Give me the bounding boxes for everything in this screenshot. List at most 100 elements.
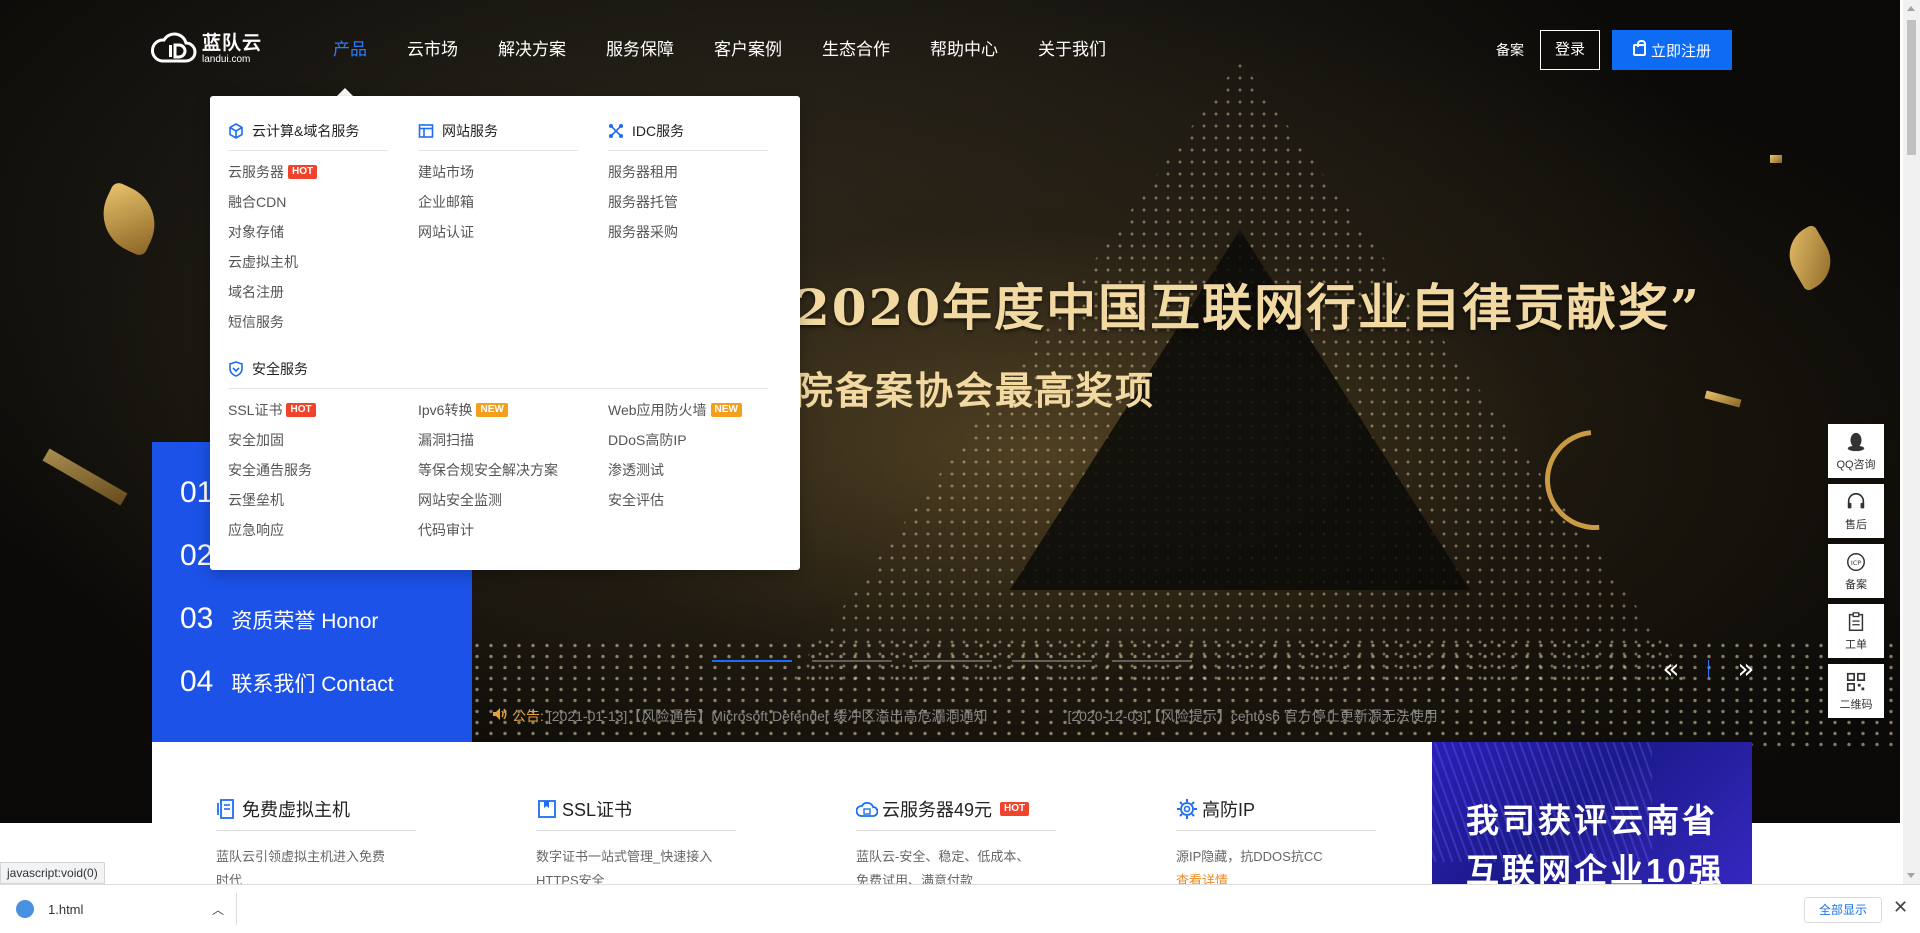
dd-item-bastion[interactable]: 云堡垒机 (228, 485, 316, 515)
scroll-down-icon[interactable] (1907, 873, 1915, 878)
float-label: 售后 (1845, 518, 1867, 531)
feature-ddos-ip[interactable]: 高防IP 源IP隐藏，抗DDOS抗CC 查看详情 (1176, 794, 1376, 893)
header-actions: 备案 登录 立即注册 (1496, 30, 1732, 70)
dd-item-server-rent[interactable]: 服务器租用 (608, 157, 768, 187)
hero-subtitle: 院备案协会最高奖项 (795, 368, 1156, 413)
feature-title: 免费虚拟主机 (242, 800, 350, 820)
feature-cloud-server[interactable]: 云服务器49元 HOT 蓝队云-安全、稳定、低成本、 免费试用、满意付款 (856, 794, 1056, 893)
svg-text:ICP: ICP (1851, 558, 1861, 566)
html-file-icon (16, 900, 34, 918)
icp-beian-button[interactable]: ICP 备案 (1828, 544, 1884, 598)
dd-item-vuln-scan[interactable]: 漏洞扫描 (418, 425, 558, 455)
notice-bar: 公告: [2021-01-13]【风险通告】Microsoft Defender… (492, 706, 1438, 726)
feature-desc: 蓝队云引领虚拟主机进入免费 (216, 849, 386, 864)
prev-arrow-icon[interactable]: « (1658, 652, 1684, 685)
floating-toolbar: QQ咨询 售后 ICP 备案 工单 二维码 (1828, 424, 1884, 724)
dd-item-cdn[interactable]: 融合CDN (228, 187, 388, 217)
dd-item-enterprise-mail[interactable]: 企业邮箱 (418, 187, 578, 217)
dd-item-site-market[interactable]: 建站市场 (418, 157, 578, 187)
notice-item[interactable]: [2020-12-03]【风险提示】centos6 官方停止更新源无法使用 (1067, 706, 1437, 726)
side-tab-number: 02 (180, 539, 214, 572)
nav-about[interactable]: 关于我们 (1038, 36, 1106, 64)
dd-item-virtual-host[interactable]: 云虚拟主机 (228, 247, 388, 277)
download-filename: 1.html (48, 901, 84, 917)
confetti-decoration (42, 448, 128, 506)
dd-item-object-storage[interactable]: 对象存储 (228, 217, 388, 247)
dd-item-emergency[interactable]: 应急响应 (228, 515, 316, 545)
dd-item-site-monitor[interactable]: 网站安全监测 (418, 485, 558, 515)
notice-item[interactable]: [2021-01-13]【风险通告】Microsoft Defender 缓冲区… (548, 706, 988, 726)
cloud-logo-icon (150, 32, 197, 63)
confetti-decoration (1704, 390, 1742, 408)
nav-cloud-market[interactable]: 云市场 (407, 36, 458, 64)
beian-link[interactable]: 备案 (1496, 40, 1524, 60)
dd-section-security: 安全服务 SSL证书 HOT 安全加固 安全通告服务 云堡垒机 应急响应 Ipv… (228, 358, 768, 555)
icp-badge-icon: ICP (1847, 552, 1865, 571)
scroll-up-icon[interactable] (1907, 6, 1915, 11)
download-item[interactable]: 1.html ︿ (16, 895, 224, 923)
close-icon[interactable]: ✕ (1893, 897, 1908, 918)
side-tab-honor[interactable]: 03 资质荣誉 Honor (180, 602, 378, 636)
site-header: 蓝队云 landui.com 产品 云市场 解决方案 服务保障 客户案例 生态合… (0, 0, 1900, 100)
dd-item-server-purchase[interactable]: 服务器采购 (608, 217, 768, 247)
slider-dot[interactable] (912, 660, 992, 662)
dd-item-domain[interactable]: 域名注册 (228, 277, 388, 307)
confetti-decoration (90, 180, 168, 258)
dd-item-ddos[interactable]: DDoS高防IP (608, 425, 742, 455)
dd-item-site-auth[interactable]: 网站认证 (418, 217, 578, 247)
dd-heading-cloud: 云计算&域名服务 (228, 120, 388, 151)
slider-dot[interactable] (812, 660, 892, 662)
nav-solutions[interactable]: 解决方案 (498, 36, 566, 64)
chevron-up-icon[interactable]: ︿ (212, 901, 224, 918)
ticket-button[interactable]: 工单 (1828, 604, 1884, 658)
cloud-server-icon (856, 801, 878, 817)
dd-item-label: Ipv6转换 (418, 402, 473, 418)
page-scrollbar[interactable] (1903, 0, 1920, 884)
dd-item-label: 云服务器 (228, 164, 284, 180)
dd-item-security-advisory[interactable]: 安全通告服务 (228, 455, 316, 485)
site-logo[interactable]: 蓝队云 landui.com (150, 28, 270, 70)
dd-item-cloud-server[interactable]: 云服务器 HOT (228, 157, 388, 187)
qrcode-button[interactable]: 二维码 (1828, 664, 1884, 718)
slider-dot[interactable] (712, 660, 792, 662)
float-label: QQ咨询 (1836, 458, 1876, 471)
dd-item-ssl[interactable]: SSL证书 HOT (228, 395, 316, 425)
feature-desc: 数字证书一站式管理_快速接入 (536, 849, 713, 864)
shield-icon (229, 361, 243, 377)
feature-ssl[interactable]: SSL证书 数字证书一站式管理_快速接入 HTTPS安全 (536, 794, 736, 893)
dd-item-server-hosting[interactable]: 服务器托管 (608, 187, 768, 217)
register-label: 立即注册 (1650, 42, 1711, 60)
slider-dot[interactable] (1012, 660, 1092, 662)
scroll-thumb[interactable] (1907, 20, 1916, 155)
download-bar: 1.html ︿ 全部显示 ✕ (0, 884, 1920, 933)
next-arrow-icon[interactable]: » (1733, 652, 1759, 685)
shopping-bag-icon (1632, 40, 1646, 56)
nav-cases[interactable]: 客户案例 (714, 36, 782, 64)
nav-help[interactable]: 帮助中心 (930, 36, 998, 64)
gear-icon (1177, 799, 1197, 819)
nav-service[interactable]: 服务保障 (606, 36, 674, 64)
dd-item-hardening[interactable]: 安全加固 (228, 425, 316, 455)
dd-item-waf[interactable]: Web应用防火墙 NEW (608, 395, 742, 425)
dd-item-sms[interactable]: 短信服务 (228, 307, 388, 337)
nav-products[interactable]: 产品 (333, 36, 367, 64)
side-tab-contact[interactable]: 04 联系我们 Contact (180, 665, 394, 699)
qq-consult-button[interactable]: QQ咨询 (1828, 424, 1884, 478)
show-all-button[interactable]: 全部显示 (1804, 897, 1883, 923)
feature-free-vhost[interactable]: 免费虚拟主机 蓝队云引领虚拟主机进入免费 时代 (216, 794, 416, 893)
dd-item-compliance[interactable]: 等保合规安全解决方案 (418, 455, 558, 485)
after-sales-button[interactable]: 售后 (1828, 484, 1884, 538)
dd-item-ipv6[interactable]: Ipv6转换 NEW (418, 395, 558, 425)
dd-item-pentest[interactable]: 渗透测试 (608, 455, 742, 485)
login-button[interactable]: 登录 (1540, 30, 1600, 70)
nav-ecosystem[interactable]: 生态合作 (822, 36, 890, 64)
dd-item-assessment[interactable]: 安全评估 (608, 485, 742, 515)
hero-title: 2020年度中国互联网行业自律贡献奖” (795, 278, 1701, 337)
register-button[interactable]: 立即注册 (1612, 30, 1732, 70)
side-tab-number: 01 (180, 476, 214, 509)
float-label: 备案 (1845, 578, 1867, 591)
dd-item-code-audit[interactable]: 代码审计 (418, 515, 558, 545)
slider-dot[interactable] (1112, 660, 1192, 662)
speaker-icon (493, 708, 507, 720)
dd-heading-label: IDC服务 (632, 123, 685, 139)
